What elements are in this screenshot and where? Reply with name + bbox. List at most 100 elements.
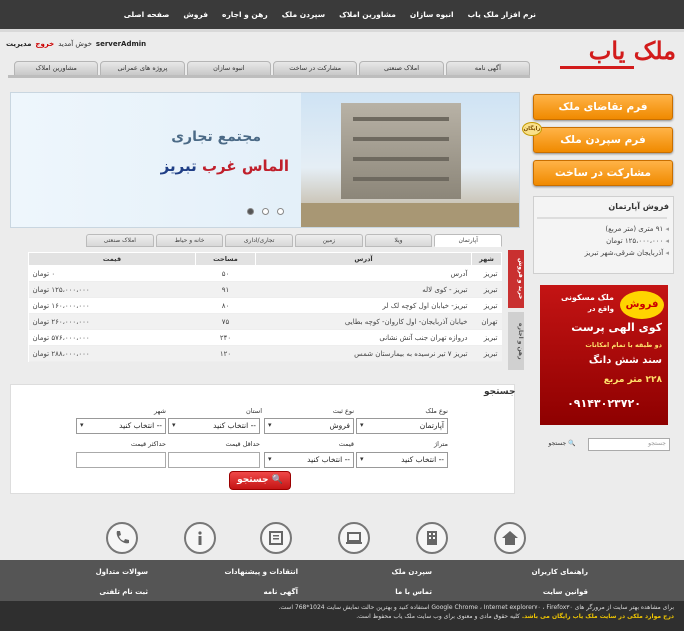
nav-software[interactable]: نرم افزار ملک یاب — [468, 10, 536, 19]
footer-link-deposit[interactable]: سپردن ملک — [392, 568, 432, 576]
listing-tab-industrial[interactable]: املاک صنعتی — [85, 234, 154, 247]
footer-link-ads[interactable]: آگهی نامه — [264, 588, 298, 596]
ad-line-3: کوی الهی پرست — [571, 321, 662, 334]
footer-free-note: درج موارد ملکی در سایت ملک یاب رایگان می… — [521, 613, 674, 620]
logout-link[interactable]: خروج — [35, 40, 54, 48]
list-icon[interactable] — [260, 522, 292, 554]
footer-link-phone-signup[interactable]: ثبت نام تلفنی — [99, 588, 148, 596]
min-price-input[interactable] — [168, 452, 260, 468]
cell-address[interactable]: آدرس — [255, 265, 472, 282]
property-type-select[interactable]: آپارتمان — [356, 418, 448, 434]
slider-dots — [247, 208, 284, 215]
listing-tab-land[interactable]: زمین — [294, 234, 363, 247]
footer-link-faq[interactable]: سوالات متداول — [96, 568, 148, 576]
featured-sale-title[interactable]: فروش آپارتمان — [608, 202, 669, 211]
cell-address[interactable]: تبریز - کوی لاله — [255, 281, 472, 298]
label-property-type: نوع ملک — [425, 407, 448, 415]
building-photo — [301, 93, 519, 227]
cell-area: ۸۰ — [195, 297, 256, 314]
cell-area: ۹۱ — [195, 281, 256, 298]
advertisement-banner[interactable]: فروش ملک مسکونی واقع در کوی الهی پرست دو… — [540, 285, 668, 425]
logo-underline — [560, 66, 634, 69]
featured-sale-divider — [537, 217, 667, 219]
partnership-button[interactable]: مشارکت در ساخت — [533, 160, 673, 186]
slider-dot-3[interactable] — [277, 208, 284, 215]
footer-link-contact[interactable]: تماس با ما — [395, 588, 432, 596]
cell-city: تهران — [471, 313, 502, 330]
side-tab-buy-sell[interactable]: خرید و فروش — [508, 250, 524, 308]
footer-link-rules[interactable]: قوانین سایت — [543, 588, 588, 596]
tab-industrial[interactable]: املاک صنعتی — [359, 61, 444, 76]
footer-link-feedback[interactable]: انتقادات و پیشنهادات — [224, 568, 298, 576]
site-logo[interactable]: ملک یاب — [556, 36, 676, 66]
nav-builders[interactable]: انبوه سازان — [410, 10, 454, 19]
featured-sale-box[interactable]: فروش آپارتمان ۹۱ متری (متر مربع) ۱۲۵،۰۰۰… — [533, 196, 674, 274]
deposit-form-button[interactable]: فرم سپردن ملک — [533, 127, 673, 153]
request-form-button[interactable]: فرم تقاضای ملک — [533, 94, 673, 120]
top-navigation-bar: صفحه اصلی فروش رهن و اجاره سپردن ملک مشا… — [0, 0, 684, 32]
footer-copyright: کلیه حقوق مادی و معنوی برای وب سایت ملک … — [356, 613, 520, 620]
listing-tab-house[interactable]: خانه و حیاط — [155, 234, 224, 247]
meter-select[interactable]: -- انتخاب کنید — [356, 452, 448, 468]
cell-price: ۲۸۸،۰۰۰،۰۰۰ تومان — [28, 345, 196, 362]
manage-link[interactable]: مدیریت — [6, 40, 31, 48]
nav-rent[interactable]: رهن و اجاره — [222, 10, 268, 19]
label-min-price: حداقل قیمت — [225, 440, 260, 448]
province-select[interactable]: -- انتخاب کنید — [168, 418, 260, 434]
city-select[interactable]: -- انتخاب کنید — [76, 418, 166, 434]
tab-agents[interactable]: مشاورین املاک — [14, 61, 99, 76]
table-row[interactable]: تبریز تبریز- خیابان اول کوچه لک لر ۸۰ ۱۶… — [28, 297, 502, 314]
table-row[interactable]: تبریز تبریز - کوی لاله ۹۱ ۱۲۵،۰۰۰،۰۰۰ تو… — [28, 281, 502, 298]
cell-address[interactable]: خیابان آذربایجان- اول کاروان- کوچه بطایی — [255, 313, 472, 330]
cell-address[interactable]: تبریز- خیابان اول کوچه لک لر — [255, 297, 472, 314]
table-row[interactable]: تبریز تبریز ۷ تیر نرسیده به بیمارستان شم… — [28, 345, 502, 362]
top-nav-menu: صفحه اصلی فروش رهن و اجاره سپردن ملک مشا… — [124, 10, 536, 19]
listing-tab-apartment[interactable]: آپارتمان — [434, 234, 502, 247]
deal-type-select[interactable]: فروش — [264, 418, 354, 434]
banner-city: تبریز — [160, 157, 197, 175]
cell-city: تبریز — [471, 297, 502, 314]
tab-builders[interactable]: انبوه سازان — [186, 61, 272, 76]
laptop-icon[interactable] — [338, 522, 370, 554]
footer-notes: برای مشاهده بهتر سایت از مرورگر های Goog… — [0, 601, 684, 631]
header-city: شهر — [471, 252, 502, 266]
info-icon[interactable] — [184, 522, 216, 554]
banner-headline: مجتمع تجاری — [171, 129, 261, 145]
header-address: آدرس — [255, 252, 472, 266]
footer-link-guide[interactable]: راهنمای کاربران — [532, 568, 588, 576]
listing-side-tabs: خرید و فروش رهن و اجاره — [508, 250, 524, 374]
cell-city: تبریز — [471, 345, 502, 362]
search-submit-button[interactable]: جستجو 🔍 — [229, 471, 291, 490]
price-select[interactable]: -- انتخاب کنید — [264, 452, 354, 468]
table-row[interactable]: تبریز آدرس ۵۰ ۰ تومان — [28, 265, 502, 282]
cell-price: ۰ تومان — [28, 265, 196, 282]
side-search-input[interactable]: جستجو — [588, 438, 670, 451]
listing-tab-commercial[interactable]: تجاری/اداری — [225, 234, 293, 247]
search-icon: 🔍 — [271, 475, 283, 485]
cell-address[interactable]: دروازه تهران جنب آتش نشانی — [255, 329, 472, 346]
building-icon[interactable] — [416, 522, 448, 554]
quick-icons — [104, 522, 534, 558]
nav-deposit[interactable]: سپردن ملک — [282, 10, 325, 19]
max-price-input[interactable] — [76, 452, 166, 468]
side-search-button[interactable]: 🔍 جستجو — [540, 438, 584, 451]
tab-projects[interactable]: پروژه های عمرانی — [100, 61, 185, 76]
table-row[interactable]: تهران خیابان آذربایجان- اول کاروان- کوچه… — [28, 313, 502, 330]
cell-area: ۲۴۰ — [195, 329, 256, 346]
tab-ads[interactable]: آگهی نامه — [445, 61, 530, 76]
slider-dot-2[interactable] — [262, 208, 269, 215]
side-tab-rent[interactable]: رهن و اجاره — [508, 312, 524, 370]
nav-sale[interactable]: فروش — [183, 10, 208, 19]
banner-slider[interactable]: مجتمع تجاری الماس غرب تبریز — [10, 92, 520, 228]
username: serverAdmin — [95, 40, 147, 48]
home-icon[interactable] — [494, 522, 526, 554]
tab-partnership[interactable]: مشارکت در ساخت — [273, 61, 358, 76]
label-city: شهر — [153, 407, 166, 415]
listing-tab-villa[interactable]: ویلا — [364, 234, 433, 247]
phone-icon[interactable] — [106, 522, 138, 554]
slider-dot-1[interactable] — [247, 208, 254, 215]
nav-home[interactable]: صفحه اصلی — [124, 10, 170, 19]
nav-agents[interactable]: مشاورین املاک — [339, 10, 396, 19]
table-row[interactable]: تبریز دروازه تهران جنب آتش نشانی ۲۴۰ ۵۷۶… — [28, 329, 502, 346]
cell-address[interactable]: تبریز ۷ تیر نرسیده به بیمارستان شمس — [255, 345, 472, 362]
